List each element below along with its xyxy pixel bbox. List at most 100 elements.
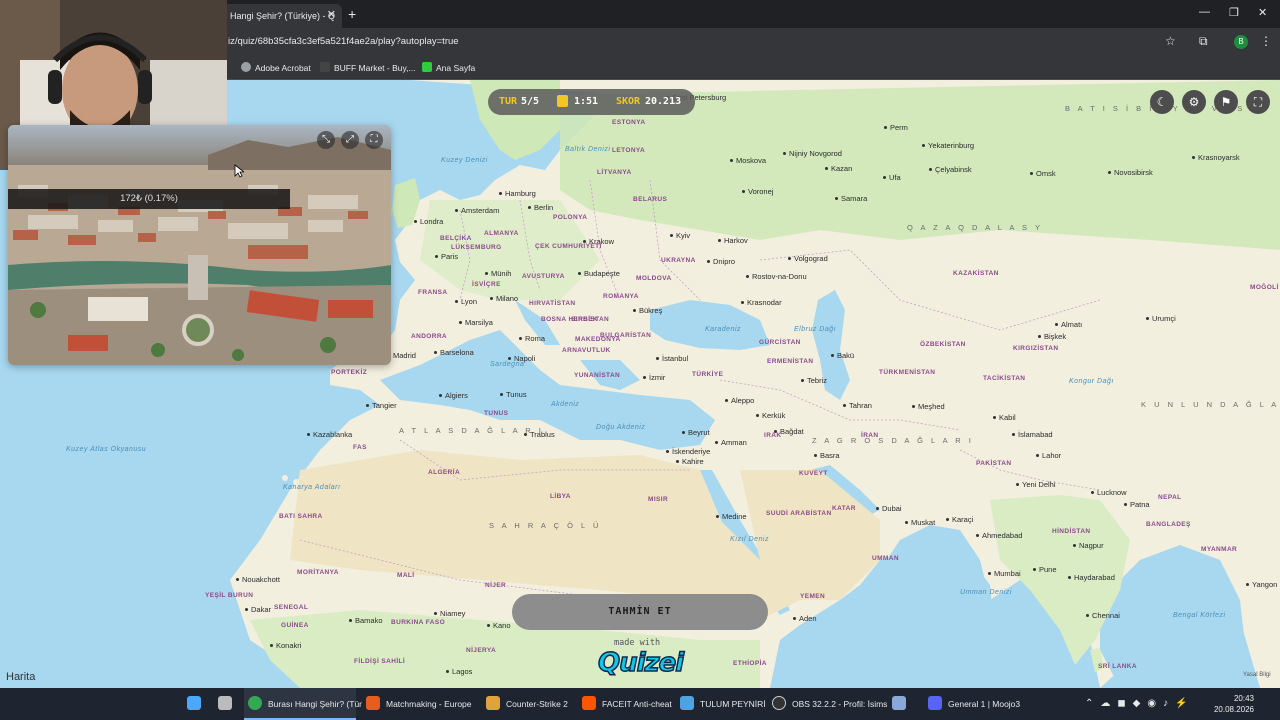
minimize-panel-icon[interactable]: ⤡ [317, 131, 335, 149]
discord-icon [928, 696, 942, 710]
minimize-icon[interactable]: — [1199, 6, 1210, 18]
tab-close-icon[interactable]: ✕ [327, 8, 336, 21]
fullscreen-icon[interactable]: ⛶ [1246, 90, 1270, 114]
country-label: ERMENİSTAN [767, 358, 814, 365]
bookmark-buff[interactable]: BUFF Market - Buy,... [320, 62, 416, 73]
url-field[interactable]: iz/quiz/68b35cfa3c3ef5a521f4ae2a/play?au… [228, 36, 459, 47]
city-dot-icon [446, 670, 449, 673]
taskbar-matchmaking[interactable]: Matchmaking - Europe [366, 688, 476, 720]
system-tray[interactable]: ⌃☁◼◆◉♪⚡ [1085, 688, 1195, 720]
made-with-text: made with [614, 638, 661, 648]
city-dot-icon [716, 515, 719, 518]
water-label: Elbruz Dağı [794, 326, 837, 333]
country-label: ROMANYA [603, 293, 639, 300]
city-dot-icon [884, 126, 887, 129]
city-dot-icon [1108, 171, 1111, 174]
browser-menu-icon[interactable]: ⋮ [1260, 34, 1272, 48]
city-label: Chennai [1086, 611, 1120, 620]
taskbar-faceit-ac[interactable]: FACEIT Anti-cheat [582, 688, 672, 720]
city-dot-icon [236, 578, 239, 581]
attribution-text: Harita [6, 671, 36, 683]
city-dot-icon [993, 416, 996, 419]
window-close-icon[interactable]: ✕ [1258, 6, 1267, 19]
taskbar-discord[interactable]: General 1 | Moojo3 [928, 688, 1040, 720]
quizei-logo[interactable]: Quizei [597, 647, 685, 679]
task-view-icon [218, 696, 232, 710]
browser-tab-active[interactable]: Hangi Şehir? (Türkiye) - Q ✕ [222, 4, 342, 28]
bookmark-home[interactable]: Ana Sayfa [422, 62, 475, 73]
taskbar-tulum[interactable]: TULUM PEYNİRİ [680, 688, 766, 720]
country-label: MYANMAR [1201, 546, 1238, 553]
city-dot-icon [793, 617, 796, 620]
city-dot-icon [715, 441, 718, 444]
taskbar-chrome[interactable]: Burası Hangi Şehir? (Tür [244, 688, 362, 720]
city-label: Milano [490, 294, 518, 303]
city-label: Medine [716, 512, 747, 521]
dark-mode-icon[interactable]: ☾ [1150, 90, 1174, 114]
extensions-icon[interactable]: ⧉ [1199, 34, 1208, 49]
location-photo-panel[interactable] [8, 125, 391, 365]
country-label: GÜRCİSTAN [759, 339, 801, 346]
new-tab-icon[interactable]: + [348, 6, 356, 22]
city-dot-icon [835, 197, 838, 200]
country-label: UKRAYNA [661, 257, 696, 264]
chrome-icon [248, 696, 262, 710]
start-button[interactable] [187, 688, 207, 720]
city-dot-icon [831, 354, 834, 357]
city-dot-icon [633, 309, 636, 312]
city-dot-icon [455, 209, 458, 212]
water-label: Bengal Körfezi [1173, 612, 1226, 619]
expand-panel-icon[interactable]: ⤢ [341, 131, 359, 149]
city-label: Kahire [676, 457, 704, 466]
city-label: Dnipro [707, 257, 735, 266]
settings-gear-icon[interactable]: ⚙ [1182, 90, 1206, 114]
bookmark-star-icon[interactable]: ☆ [1165, 34, 1176, 48]
country-label: TUNUS [484, 410, 509, 417]
fullscreen-panel-icon[interactable]: ⛶ [365, 131, 383, 149]
country-label: BURKINA FASO [391, 619, 446, 626]
bookmark-label: Adobe Acrobat [255, 63, 311, 73]
country-label: FRANSA [418, 289, 448, 296]
guess-button[interactable]: TAHMİN ET [512, 594, 768, 630]
city-dot-icon [801, 379, 804, 382]
city-dot-icon [1124, 503, 1127, 506]
system-clock[interactable]: 20:43 20.08.2026 [1214, 693, 1254, 715]
region-label: Z A G R O S D A Ğ L A R I [812, 436, 974, 445]
taskbar-app[interactable] [892, 688, 912, 720]
taskbar-cs2[interactable]: Counter-Strike 2 [486, 688, 572, 720]
country-label: ÖZBEKİSTAN [920, 341, 966, 348]
country-label: FİLDİŞİ SAHİLİ [354, 658, 406, 665]
city-label: Perm [884, 123, 908, 132]
city-dot-icon [929, 168, 932, 171]
bookmark-adobe[interactable]: Adobe Acrobat [241, 62, 311, 73]
country-label: ALMANYA [484, 230, 519, 237]
city-dot-icon [245, 608, 248, 611]
city-label: Lahor [1036, 451, 1061, 460]
region-label: K U N L U N D A Ğ L A R I [1141, 400, 1280, 409]
report-flag-icon[interactable]: ⚑ [1214, 90, 1238, 114]
profile-avatar[interactable]: B [1234, 35, 1248, 49]
city-dot-icon [883, 176, 886, 179]
city-label: Nagpur [1073, 541, 1104, 550]
city-dot-icon [825, 167, 828, 170]
obs-icon [772, 696, 786, 710]
legal-link[interactable]: Yasal Bilgi [1243, 672, 1271, 678]
country-label: BELARUS [633, 196, 668, 203]
restore-icon[interactable]: ❐ [1229, 6, 1239, 19]
city-dot-icon [1036, 454, 1039, 457]
city-label: Ufa [883, 173, 901, 182]
taskbar-obs[interactable]: OBS 32.2.2 - Profil: İsims [772, 688, 887, 720]
city-label: Volgograd [788, 254, 828, 263]
city-dot-icon [783, 152, 786, 155]
city-label: Bişkek [1038, 332, 1066, 341]
country-label: PORTEKİZ [331, 369, 368, 376]
country-label: SENEGAL [274, 604, 309, 611]
city-label: Harkov [718, 236, 748, 245]
city-label: Kerkük [756, 411, 785, 420]
city-dot-icon [485, 272, 488, 275]
city-dot-icon [439, 394, 442, 397]
city-label: Berlin [528, 203, 553, 212]
task-view-button[interactable] [218, 688, 238, 720]
faceit-icon [366, 696, 380, 710]
country-label: NİJER [485, 582, 507, 589]
